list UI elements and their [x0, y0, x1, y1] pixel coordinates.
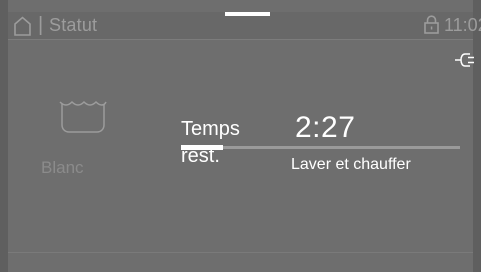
screen-left-bezel [0, 0, 8, 272]
remaining-time-label: Temps rest. [181, 116, 261, 170]
washing-machine-screen: | Statut 11:02 Blanc Temps rest. [0, 0, 481, 272]
progress-bar [181, 145, 460, 150]
progress-bar-fill [181, 145, 223, 150]
status-bar: | Statut 11:02 [8, 12, 481, 40]
remaining-label-line1: Temps [181, 118, 240, 140]
lock-icon[interactable] [424, 15, 439, 34]
plug-icon [454, 52, 475, 68]
top-notch-indicator [225, 12, 270, 16]
page-title: Statut [49, 15, 98, 35]
home-icon[interactable] [14, 16, 31, 36]
clock-time: 11:02 [444, 15, 481, 35]
header-separator: | [38, 14, 44, 36]
program-name: Blanc [41, 158, 84, 177]
screen-right-bezel [473, 0, 481, 272]
bottom-divider [8, 252, 473, 253]
remaining-time-value: 2:27 [295, 111, 356, 144]
wash-phase-label: Laver et chauffer [291, 156, 411, 173]
wash-basin-icon [58, 98, 108, 134]
